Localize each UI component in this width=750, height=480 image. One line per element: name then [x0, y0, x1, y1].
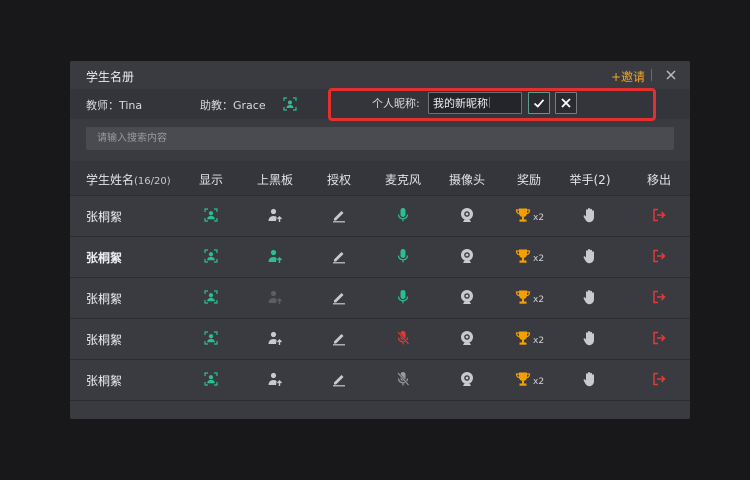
- invite-link[interactable]: +邀请: [611, 68, 645, 85]
- person-upload-icon[interactable]: [267, 371, 283, 387]
- col-display: 显示: [198, 173, 224, 187]
- microphone-icon[interactable]: [395, 330, 411, 346]
- title-divider: [651, 69, 652, 81]
- student-name: 张桐絮: [86, 374, 123, 388]
- trophy-icon[interactable]: x2: [515, 289, 544, 305]
- table-body: 张桐絮 x2 张桐絮 x2 张桐絮 x2 张桐絮 x2 张桐絮 x2: [70, 196, 690, 401]
- table-row: 张桐絮 x2: [70, 196, 690, 237]
- webcam-icon[interactable]: [459, 289, 475, 305]
- microphone-icon[interactable]: [395, 207, 411, 223]
- col-remove: 移出: [646, 173, 672, 187]
- person-upload-icon[interactable]: [267, 289, 283, 305]
- hand-icon[interactable]: [582, 207, 598, 223]
- webcam-icon[interactable]: [459, 248, 475, 264]
- table-header: 学生姓名(16/20) 显示 上黑板 授权 麦克风 摄像头 奖励 举手(2) 移…: [70, 161, 690, 196]
- col-reward: 奖励: [516, 173, 542, 187]
- close-icon[interactable]: [664, 67, 678, 81]
- person-frame-icon[interactable]: [203, 330, 219, 346]
- exit-icon[interactable]: [651, 248, 667, 264]
- student-name: 张桐絮: [86, 292, 123, 306]
- reward-count: x2: [533, 295, 545, 305]
- hand-icon[interactable]: [582, 248, 598, 264]
- person-frame-icon[interactable]: [203, 371, 219, 387]
- trophy-icon[interactable]: x2: [515, 207, 544, 223]
- exit-icon[interactable]: [651, 289, 667, 305]
- webcam-icon[interactable]: [459, 330, 475, 346]
- pencil-icon[interactable]: [331, 248, 347, 264]
- col-blackboard: 上黑板: [256, 173, 294, 187]
- student-name: 张桐絮: [86, 251, 123, 265]
- pencil-icon[interactable]: [331, 207, 347, 223]
- nickname-highlight-box: [328, 88, 656, 121]
- table-row: 张桐絮 x2: [70, 237, 690, 278]
- person-upload-icon[interactable]: [267, 330, 283, 346]
- webcam-icon[interactable]: [459, 207, 475, 223]
- search-input[interactable]: [86, 127, 674, 150]
- microphone-icon[interactable]: [395, 248, 411, 264]
- hand-icon[interactable]: [582, 330, 598, 346]
- hand-icon[interactable]: [582, 371, 598, 387]
- table-row: 张桐絮 x2: [70, 319, 690, 360]
- reward-count: x2: [533, 213, 545, 223]
- reward-count: x2: [533, 377, 545, 387]
- person-frame-icon[interactable]: [283, 96, 297, 111]
- person-frame-icon[interactable]: [203, 207, 219, 223]
- col-name: 学生姓名(16/20): [86, 173, 171, 187]
- student-name: 张桐絮: [86, 210, 123, 224]
- webcam-icon[interactable]: [459, 371, 475, 387]
- dialog-titlebar: 学生名册 +邀请: [70, 61, 690, 89]
- hand-icon[interactable]: [582, 289, 598, 305]
- student-table: 学生姓名(16/20) 显示 上黑板 授权 麦克风 摄像头 奖励 举手(2) 移…: [70, 161, 690, 401]
- trophy-icon[interactable]: x2: [515, 371, 544, 387]
- trophy-icon[interactable]: x2: [515, 330, 544, 346]
- col-microphone: 麦克风: [384, 173, 422, 187]
- reward-count: x2: [533, 336, 545, 346]
- pencil-icon[interactable]: [331, 330, 347, 346]
- col-raise-hand: 举手(2): [569, 173, 611, 187]
- table-row: 张桐絮 x2: [70, 278, 690, 319]
- person-frame-icon[interactable]: [203, 289, 219, 305]
- table-row: 张桐絮 x2: [70, 360, 690, 401]
- microphone-icon[interactable]: [395, 371, 411, 387]
- trophy-icon[interactable]: x2: [515, 248, 544, 264]
- microphone-icon[interactable]: [395, 289, 411, 305]
- person-upload-icon[interactable]: [267, 248, 283, 264]
- col-authorize: 授权: [326, 173, 352, 187]
- person-frame-icon[interactable]: [203, 248, 219, 264]
- exit-icon[interactable]: [651, 371, 667, 387]
- dialog-title: 学生名册: [86, 70, 135, 84]
- student-name: 张桐絮: [86, 333, 123, 347]
- pencil-icon[interactable]: [331, 371, 347, 387]
- assistant-label: 助教：Grace: [200, 99, 266, 112]
- teacher-label: 教师：Tina: [86, 99, 143, 112]
- col-camera: 摄像头: [448, 173, 486, 187]
- search-bar: [70, 119, 690, 161]
- pencil-icon[interactable]: [331, 289, 347, 305]
- reward-count: x2: [533, 254, 545, 264]
- exit-icon[interactable]: [651, 330, 667, 346]
- person-upload-icon[interactable]: [267, 207, 283, 223]
- exit-icon[interactable]: [651, 207, 667, 223]
